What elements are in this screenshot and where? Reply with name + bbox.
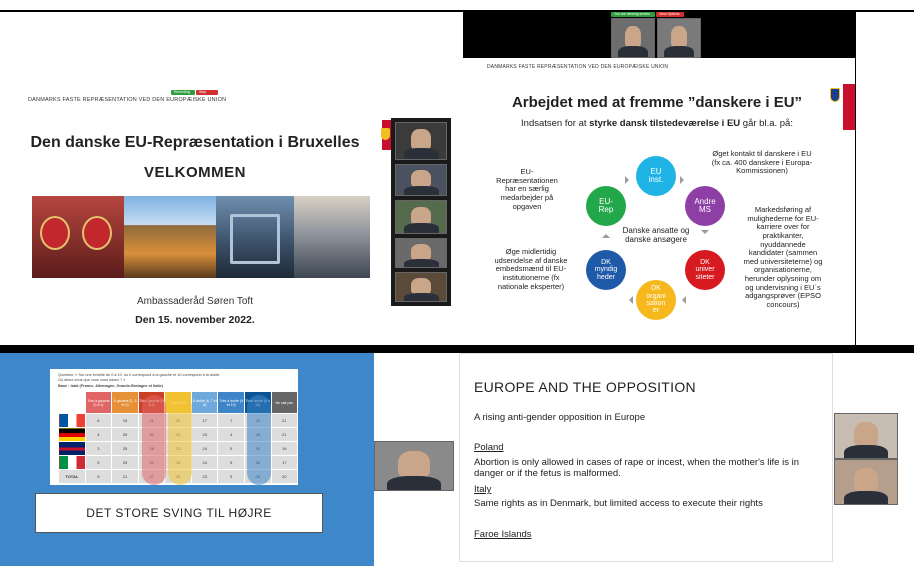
slide-title: EUROPE AND THE OPPOSITION: [474, 379, 696, 395]
cycle-node-eu-rep: EU- Rep: [586, 186, 626, 226]
cycle-center-label: Danske ansatte og danske ansøgere: [622, 226, 690, 245]
highlight-left-oval: [142, 395, 166, 485]
participant-video[interactable]: [395, 272, 447, 302]
black-gap: [856, 12, 914, 348]
slide-title: Arbejdet med at fremme ”danskere i EU”: [511, 94, 803, 111]
coat-of-arms-icon: [381, 128, 390, 140]
cycle-node-dk-myndigheder: DK myndig heder: [586, 250, 626, 290]
cycle-node-dk-organisationer: DK organi sation er: [636, 280, 676, 320]
section-text-italy: Same rights as in Denmark, but limited a…: [474, 498, 763, 509]
germany-flag-icon: [58, 427, 86, 442]
banner-text: DET STORE SVING TIL HØJRE: [86, 506, 272, 520]
tile-slide-survey[interactable]: Question: « Sur une échelle de 0 à 10, o…: [0, 353, 374, 566]
cycle-arrow-icon: [625, 176, 633, 184]
note-top-left: EU- Repræsentationen har en særlig medar…: [496, 167, 558, 211]
column-header: Ne sait pas: [270, 391, 299, 414]
cycle-node-andre-ms: Andre MS: [685, 186, 725, 226]
note-top-right: Øget kontakt til danskere i EU (fx ca. 4…: [711, 149, 813, 176]
viewing-screen-pill: You are viewing screen: [611, 12, 655, 17]
survey-base: Base : total (France, Allemagne, Grande-…: [58, 384, 163, 388]
photo-coat-of-arms: [32, 196, 124, 278]
slide-intro: Indsatsen for at styrke dansk tilstedevæ…: [521, 118, 793, 129]
slide-title: Den danske EU-Repræsentation i Bruxelles: [30, 134, 360, 151]
participant-video[interactable]: [395, 200, 447, 234]
participant-video[interactable]: [395, 164, 447, 196]
tile-slide-opposition[interactable]: EUROPE AND THE OPPOSITION A rising anti-…: [459, 353, 833, 562]
slide-header: DANMARKS FASTE REPRÆSENTATION VED DEN EU…: [28, 97, 227, 103]
view-options-pill[interactable]: View Options: [656, 12, 684, 17]
column-header: Très à droite (9 et 10): [217, 391, 245, 414]
uk-flag-icon: [58, 441, 86, 456]
participant-video[interactable]: [834, 413, 898, 459]
stop-share-pill[interactable]: Stop Share: [196, 90, 218, 95]
recording-pill: Recording in progress: [171, 90, 195, 95]
participant-video[interactable]: [657, 18, 701, 58]
section-heading-italy: Italy: [474, 484, 492, 495]
zoom-gallery: Recording in progress Stop Share DANMARK…: [0, 0, 914, 574]
cycle-node-dk-universiteter: DK univer siteter: [685, 250, 725, 290]
note-right: Markedsføring af mulighederne for EU- ka…: [743, 205, 823, 309]
survey-question: Question: « Sur une échelle de 0 à 10, o…: [58, 373, 221, 382]
slide-danes-in-eu: DANMARKS FASTE REPRÆSENTATION VED DEN EU…: [459, 58, 855, 347]
column-header: À gauche (2, 3 et 4): [111, 391, 139, 414]
column-header: À droite (6, 7 et 8): [190, 391, 219, 414]
participant-video[interactable]: [395, 238, 447, 268]
photo-berlaymont: [216, 196, 294, 278]
note-left: Øge midlertidig udsendelse af danske emb…: [494, 247, 568, 291]
black-bar-divider: [0, 345, 914, 353]
photo-europa-building: [124, 196, 216, 278]
video-strip: [391, 118, 451, 306]
section-heading-faroe: Faroe Islands: [474, 529, 532, 540]
participant-video[interactable]: [834, 459, 898, 505]
section-heading-poland: Poland: [474, 442, 504, 453]
participant-video[interactable]: [611, 18, 655, 58]
cycle-arrow-icon: [625, 296, 633, 304]
bottom-bar: [0, 566, 914, 574]
section-text-poland: Abortion is only allowed in cases of rap…: [474, 457, 799, 480]
total-label: TOTAL: [58, 469, 86, 484]
highlight-right-oval: [247, 395, 271, 485]
photo-council-building: [294, 196, 370, 278]
tile-slide-welcome[interactable]: Recording in progress Stop Share DANMARK…: [0, 88, 452, 345]
slide-lead: A rising anti-gender opposition in Europ…: [474, 412, 646, 423]
column-header: Très à gauche (0 à 1): [84, 391, 113, 414]
participant-video[interactable]: [374, 441, 454, 491]
cycle-node-eu-inst: EU inst.: [636, 156, 676, 196]
speaker-name: Ambassaderåd Søren Toft: [137, 296, 253, 307]
presentation-date: Den 15. november 2022.: [135, 314, 255, 326]
slide-header: DANMARKS FASTE REPRÆSENTATION VED DEN EU…: [487, 64, 669, 70]
slide-subtitle: VELKOMMEN: [144, 164, 246, 181]
france-flag-icon: [58, 413, 86, 428]
highlight-center-oval: [168, 395, 192, 485]
slide-banner: DET STORE SVING TIL HØJRE: [35, 493, 323, 533]
cycle-arrow-icon: [678, 296, 686, 304]
cycle-arrow-icon: [680, 176, 688, 184]
italy-flag-icon: [58, 455, 86, 470]
participant-video[interactable]: [395, 122, 447, 160]
survey-card: Question: « Sur une échelle de 0 à 10, o…: [50, 369, 299, 485]
